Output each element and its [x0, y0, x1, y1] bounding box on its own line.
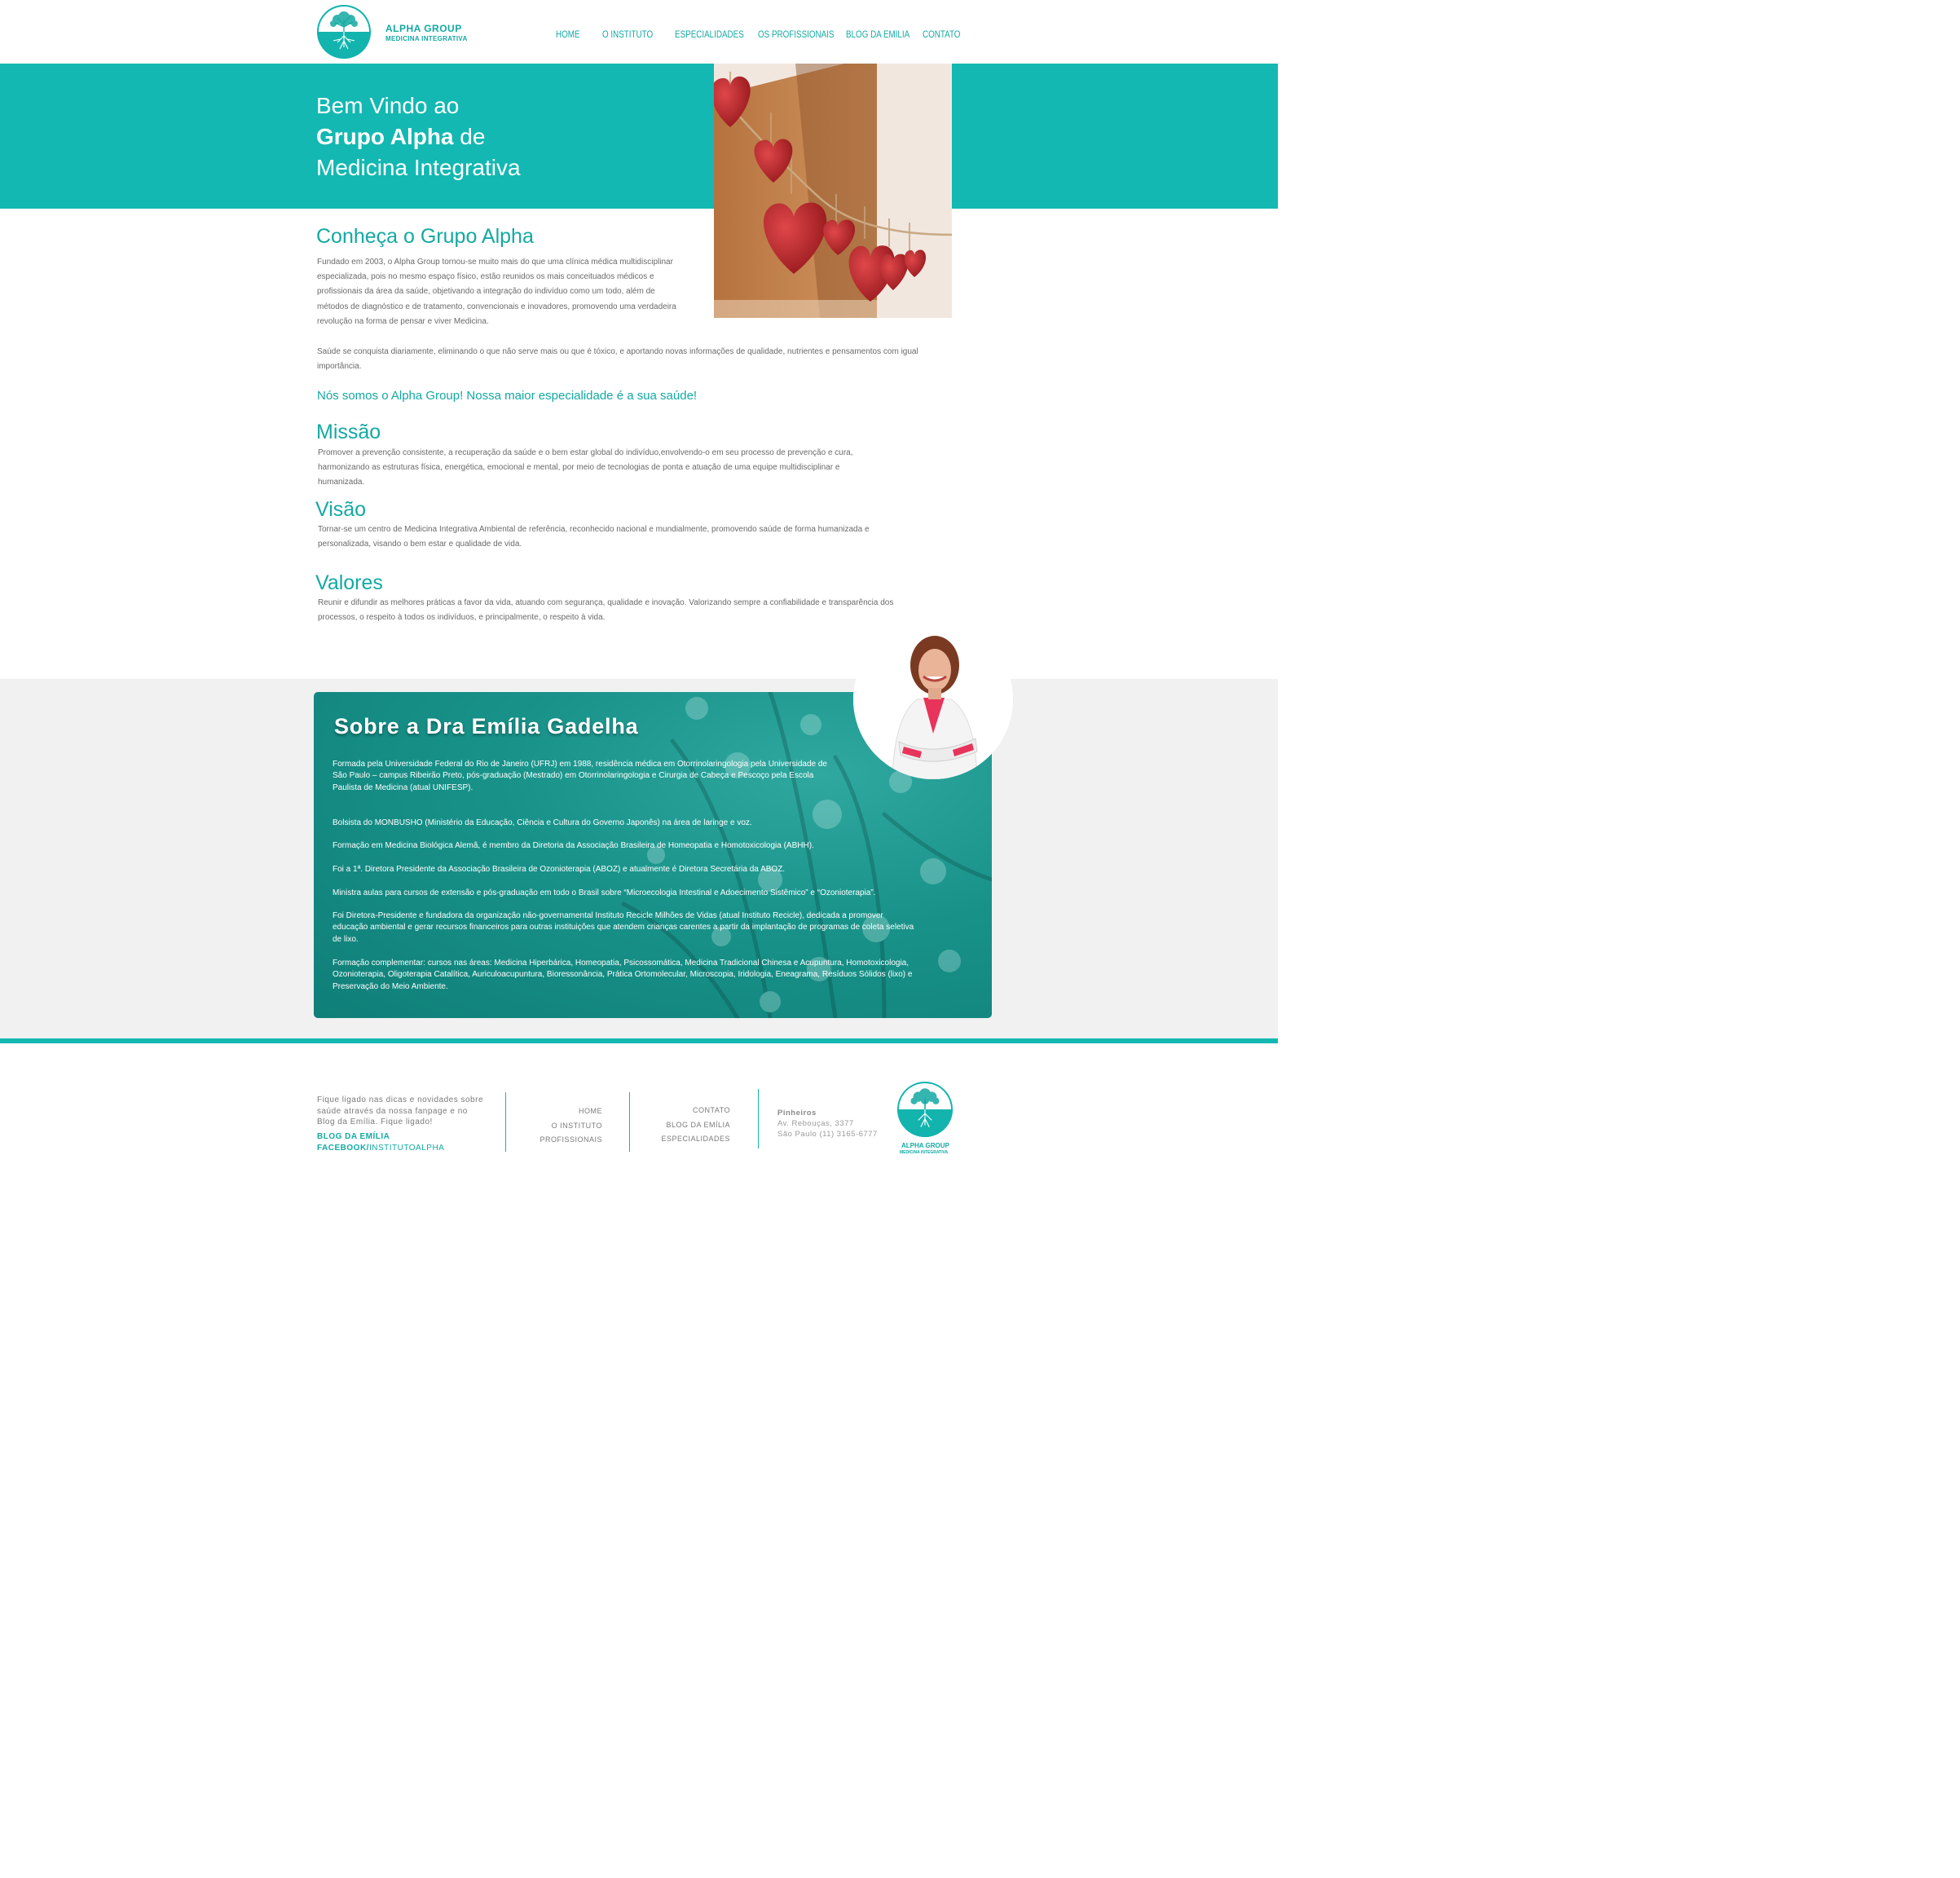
doctor-portrait [853, 619, 1013, 779]
facebook-handle: INSTITUTOALPHA [368, 1144, 445, 1153]
missao-title: Missão [316, 421, 381, 443]
footer-separator-3 [758, 1089, 759, 1148]
footer-separator-1 [505, 1092, 506, 1152]
doctor-paragraph-3: Formação em Medicina Biológica Alemã, é … [333, 841, 814, 850]
footer-facebook-link[interactable]: FACEBOOK/INSTITUTOALPHA [317, 1144, 444, 1153]
footer-link-especialidades[interactable]: ESPECIALIDADES [644, 1132, 730, 1147]
hero-line-3: Medicina Integrativa [316, 155, 521, 180]
footer-link-blog[interactable]: BLOG DA EMÍLIA [644, 1118, 730, 1133]
footer-link-o-instituto[interactable]: O INSTITUTO [522, 1119, 602, 1134]
missao-text: Promover a prevenção consistente, a recu… [318, 448, 853, 487]
valores-text: Reunir e difundir as melhores práticas a… [318, 598, 894, 623]
hero-line-2: Grupo Alpha de [316, 121, 521, 152]
footer-intro: Fique ligado nas dicas e novidades sobre… [317, 1096, 484, 1126]
doctor-paragraph-6: Foi Diretora-Presidente e fundadora da o… [333, 911, 914, 944]
valores-title: Valores [315, 571, 383, 594]
address-line-1: Av. Rebouças, 3377 [777, 1119, 854, 1128]
doctor-paragraph-2: Bolsista do MONBUSHO (Ministério da Educ… [333, 818, 752, 827]
facebook-label: FACEBOOK/ [317, 1144, 369, 1153]
footer-separator-2 [629, 1092, 630, 1152]
nav-o-instituto[interactable]: O INSTITUTO [602, 29, 653, 40]
footer-link-home[interactable]: HOME [522, 1104, 602, 1119]
about-paragraph-2: Saúde se conquista diariamente, eliminan… [317, 347, 918, 372]
doctor-title: Sobre a Dra Emília Gadelha [334, 714, 639, 738]
tree-logo-icon[interactable] [317, 5, 371, 59]
nav-os-profissionais[interactable]: OS PROFISSIONAIS [758, 29, 835, 40]
hero-banner [0, 64, 1278, 209]
footer-tree-logo-icon[interactable] [897, 1082, 953, 1137]
footer-col-2: CONTATO BLOG DA EMÍLIA ESPECIALIDADES [644, 1104, 730, 1147]
footer-divider [0, 1038, 1278, 1043]
hero-line-2-bold: Grupo Alpha [316, 124, 454, 149]
footer-brand-subtitle: MEDICINA INTEGRATIVA [900, 1150, 949, 1155]
visao-title: Visão [315, 498, 367, 521]
footer-link-profissionais[interactable]: PROFISSIONAIS [522, 1133, 602, 1148]
address-title: Pinheiros [777, 1109, 817, 1118]
footer-blog-link[interactable]: BLOG DA EMÍLIA [317, 1132, 390, 1141]
hero-line-2-rest: de [453, 124, 486, 149]
brand-subtitle: MEDICINA INTEGRATIVA [385, 35, 468, 42]
footer-link-contato[interactable]: CONTATO [644, 1104, 730, 1118]
hearts-photo [714, 64, 952, 318]
hero-heading: Bem Vindo ao Grupo Alpha de Medicina Int… [316, 90, 521, 183]
brand-name[interactable]: ALPHA GROUP [385, 23, 462, 34]
address-line-2: São Paulo (11) 3165-6777 [777, 1130, 878, 1139]
about-title: Conheça o Grupo Alpha [316, 225, 534, 248]
nav-contato[interactable]: CONTATO [923, 29, 960, 40]
nav-blog-da-emilia[interactable]: BLOG DA EMILIA [846, 29, 910, 40]
doctor-paragraph-1: Formada pela Universidade Federal do Rio… [333, 760, 827, 792]
doctor-paragraph-4: Foi a 1ª. Diretora Presidente da Associa… [333, 865, 786, 874]
about-tagline: Nós somos o Alpha Group! Nossa maior esp… [317, 389, 698, 403]
doctor-paragraph-5: Ministra aulas para cursos de extensão e… [333, 888, 876, 897]
footer-col-1: HOME O INSTITUTO PROFISSIONAIS [522, 1104, 602, 1148]
footer-address: Pinheiros Av. Rebouças, 3377 São Paulo (… [777, 1108, 878, 1140]
hero-line-1: Bem Vindo ao [316, 93, 460, 118]
nav-home[interactable]: HOME [556, 29, 580, 40]
footer-brand-name: ALPHA GROUP [901, 1142, 949, 1149]
doctor-paragraph-7: Formação complementar: cursos nas áreas:… [333, 959, 913, 991]
about-paragraph-1: Fundado em 2003, o Alpha Group tornou-se… [317, 258, 676, 326]
nav-especialidades[interactable]: ESPECIALIDADES [675, 29, 744, 40]
visao-text: Tornar-se um centro de Medicina Integrat… [318, 525, 870, 549]
